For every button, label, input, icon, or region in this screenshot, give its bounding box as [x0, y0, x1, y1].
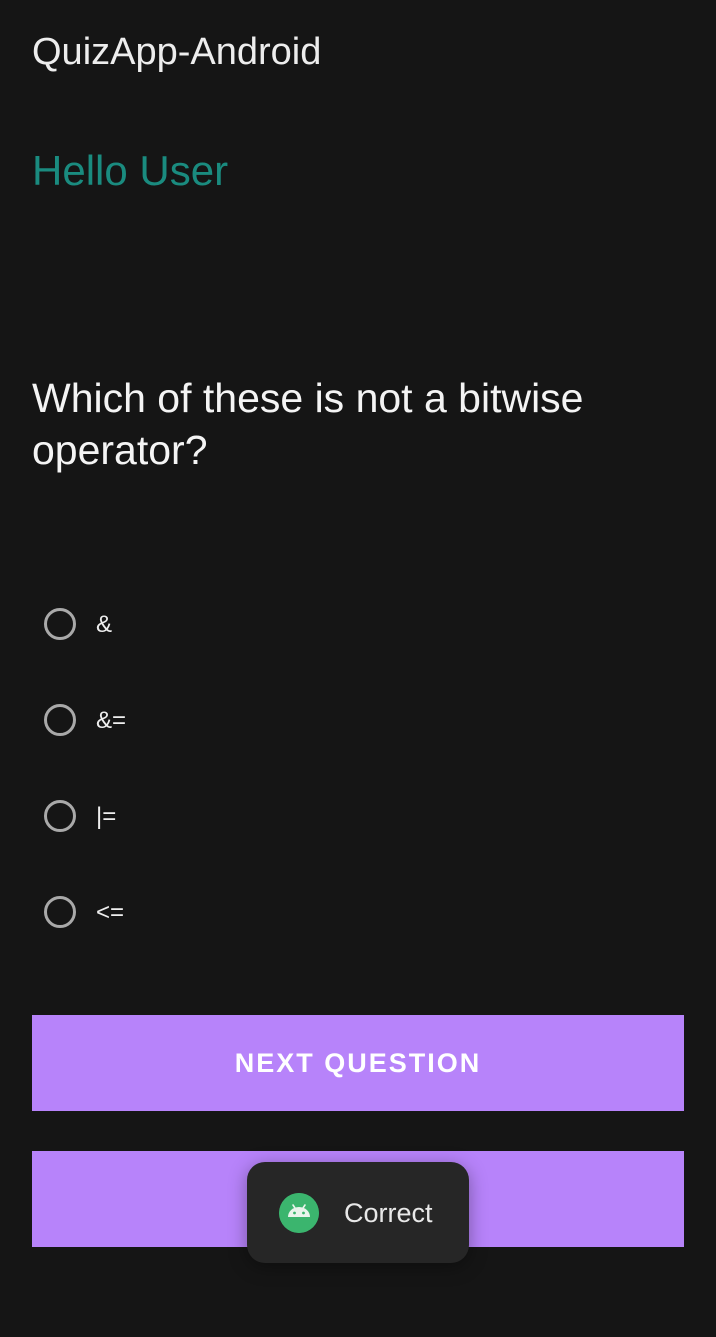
- option-label: &: [96, 611, 113, 638]
- question-text: Which of these is not a bitwise operator…: [32, 375, 584, 473]
- option-1[interactable]: &: [44, 608, 444, 704]
- toast-message: Correct: [247, 1162, 469, 1263]
- option-3[interactable]: |=: [44, 800, 444, 896]
- next-question-button[interactable]: NEXT QUESTION: [32, 1015, 684, 1111]
- app-title: QuizApp-Android: [32, 31, 322, 73]
- greeting-text: Hello User: [32, 147, 229, 194]
- radio-button[interactable]: [44, 896, 76, 928]
- option-2[interactable]: &=: [44, 704, 444, 800]
- option-label: <=: [96, 899, 125, 926]
- option-4[interactable]: <=: [44, 896, 444, 992]
- radio-button[interactable]: [44, 704, 76, 736]
- radio-button[interactable]: [44, 608, 76, 640]
- option-label: &=: [96, 707, 127, 734]
- radio-button[interactable]: [44, 800, 76, 832]
- option-label: |=: [96, 803, 117, 830]
- toast-text: Correct: [344, 1198, 433, 1228]
- android-icon: [279, 1193, 319, 1233]
- answer-options: & &= |= <=: [44, 608, 444, 992]
